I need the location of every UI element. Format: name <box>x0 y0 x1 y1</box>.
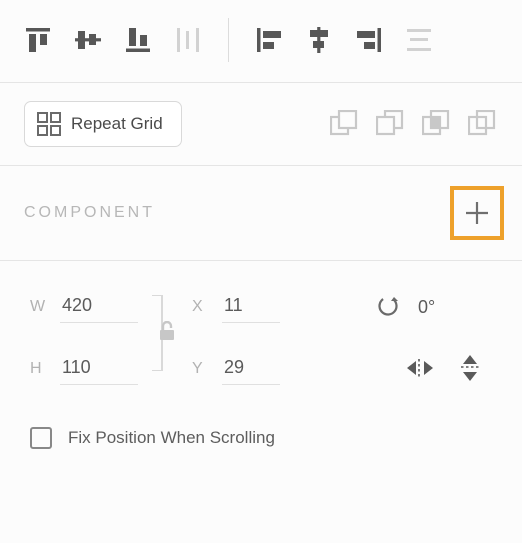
transform-section: W X H <box>0 261 522 471</box>
rotation-input[interactable] <box>418 297 478 318</box>
boolean-subtract-icon[interactable] <box>374 108 406 140</box>
align-top-icon[interactable] <box>24 26 52 54</box>
align-middle-icon[interactable] <box>74 26 102 54</box>
height-label: H <box>30 360 48 378</box>
y-input[interactable] <box>222 353 280 385</box>
align-bottom-icon[interactable] <box>124 26 152 54</box>
boolean-intersect-icon[interactable] <box>420 108 452 140</box>
repeat-grid-icon <box>37 112 61 136</box>
boolean-exclude-icon[interactable] <box>466 108 498 140</box>
height-field: H <box>30 353 138 385</box>
width-label: W <box>30 298 48 316</box>
fix-position-label: Fix Position When Scrolling <box>68 428 275 448</box>
repeat-grid-section: Repeat Grid <box>0 83 522 166</box>
x-field: X <box>192 291 280 323</box>
align-left-icon[interactable] <box>255 26 283 54</box>
flip-vertical-icon[interactable] <box>460 354 480 385</box>
width-field: W <box>30 291 138 323</box>
y-label: Y <box>192 360 210 378</box>
align-center-icon[interactable] <box>305 26 333 54</box>
align-right-icon[interactable] <box>355 26 383 54</box>
flip-horizontal-icon[interactable] <box>406 358 434 381</box>
y-field: Y <box>192 353 280 385</box>
repeat-grid-button[interactable]: Repeat Grid <box>24 101 182 147</box>
plus-icon <box>464 200 490 226</box>
width-input[interactable] <box>60 291 138 323</box>
component-section: COMPONENT <box>0 166 522 261</box>
rotate-icon[interactable] <box>376 294 400 321</box>
fix-position-row: Fix Position When Scrolling <box>0 393 522 471</box>
x-input[interactable] <box>222 291 280 323</box>
toolbar-divider <box>228 18 229 62</box>
repeat-grid-label: Repeat Grid <box>71 114 163 134</box>
alignment-toolbar <box>0 0 522 83</box>
add-component-button[interactable] <box>450 186 504 240</box>
distribute-horizontal-icon[interactable] <box>405 26 433 54</box>
boolean-add-icon[interactable] <box>328 108 360 140</box>
height-input[interactable] <box>60 353 138 385</box>
component-label: COMPONENT <box>24 204 155 222</box>
distribute-vertical-icon[interactable] <box>174 26 202 54</box>
fix-position-checkbox[interactable] <box>30 427 52 449</box>
lock-aspect-icon[interactable] <box>158 321 176 344</box>
x-label: X <box>192 298 210 316</box>
